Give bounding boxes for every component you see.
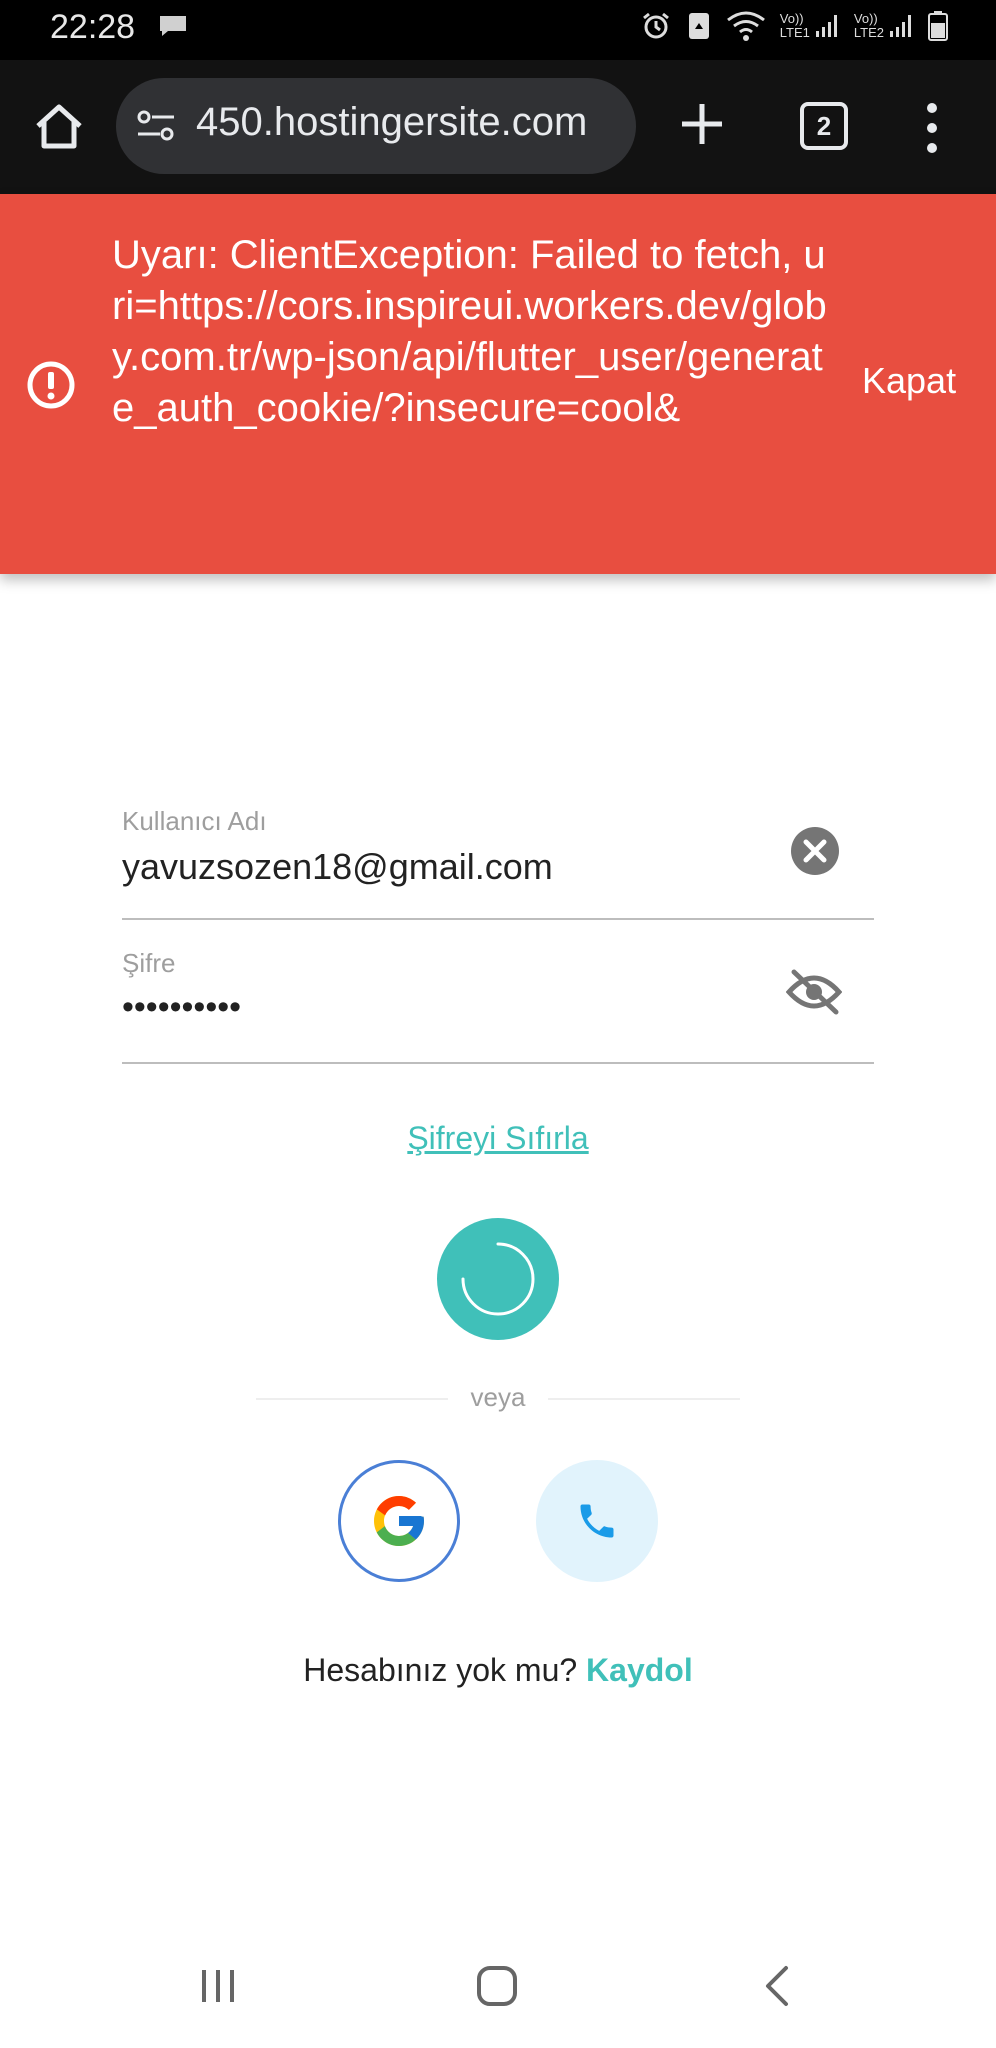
error-icon <box>27 361 75 409</box>
lte1-label-bottom: LTE1 <box>779 25 810 40</box>
home-icon[interactable] <box>475 1964 519 2008</box>
reset-password-link[interactable]: Şifreyi Sıfırla <box>0 1120 996 1157</box>
status-bar: 22:28 Vo)) LTE1 Vo)) LTE2 <box>0 0 996 60</box>
phone-icon <box>580 1504 614 1538</box>
browser-toolbar: 450.hostingersite.com 2 <box>0 60 996 194</box>
status-time: 22:28 <box>50 8 136 46</box>
message-icon <box>160 16 186 36</box>
signup-link[interactable]: Kaydol <box>586 1652 693 1688</box>
status-icons: Vo)) LTE1 Vo)) LTE2 <box>640 10 948 42</box>
error-alert-banner: Uyarı: ClientException: Failed to fetch,… <box>0 194 996 574</box>
signup-prompt: Hesabınız yok mu? Kaydol <box>0 1652 996 1689</box>
login-button[interactable] <box>437 1218 559 1340</box>
password-label: Şifre <box>122 948 176 978</box>
tab-switcher-button[interactable]: 2 <box>800 102 848 150</box>
address-bar[interactable]: 450.hostingersite.com <box>116 78 636 174</box>
system-nav-bar <box>0 1940 996 2048</box>
username-input[interactable]: yavuzsozen18@gmail.com <box>122 846 553 888</box>
username-field[interactable]: Kullanıcı Adı yavuzsozen18@gmail.com <box>122 800 874 920</box>
username-label: Kullanıcı Adı <box>122 806 267 836</box>
new-tab-icon[interactable] <box>674 96 730 152</box>
url-text[interactable]: 450.hostingersite.com <box>196 100 587 145</box>
loading-spinner-icon <box>461 1242 535 1316</box>
more-menu-icon[interactable] <box>922 98 942 158</box>
back-icon[interactable] <box>758 1964 798 2008</box>
visibility-off-icon[interactable] <box>786 968 842 1016</box>
recent-apps-icon[interactable] <box>198 1966 238 2006</box>
alarm-icon <box>642 12 669 39</box>
lte2-label-bottom: LTE2 <box>853 25 884 40</box>
home-icon[interactable] <box>32 100 86 154</box>
lte1-signal-icon: Vo)) LTE1 <box>780 12 840 40</box>
google-login-button[interactable] <box>338 1460 460 1582</box>
alert-message: Uyarı: ClientException: Failed to fetch,… <box>112 233 827 430</box>
no-account-text: Hesabınız yok mu? <box>303 1652 578 1688</box>
battery-icon <box>928 11 948 41</box>
password-input[interactable]: •••••••••• <box>122 988 241 1027</box>
lte1-label-top: Vo)) <box>779 11 804 26</box>
recycle-icon <box>688 13 709 39</box>
alert-close-button[interactable]: Kapat <box>862 360 956 402</box>
or-separator: veya <box>470 1382 526 1412</box>
phone-login-button[interactable] <box>536 1460 658 1582</box>
lte2-signal-icon: Vo)) LTE2 <box>854 12 914 40</box>
wifi-icon <box>726 11 765 41</box>
lte2-label-top: Vo)) <box>853 11 878 26</box>
site-settings-icon[interactable] <box>136 108 176 144</box>
clear-icon[interactable] <box>790 826 840 876</box>
google-icon <box>374 1496 424 1546</box>
password-field[interactable]: Şifre •••••••••• <box>122 944 874 1064</box>
